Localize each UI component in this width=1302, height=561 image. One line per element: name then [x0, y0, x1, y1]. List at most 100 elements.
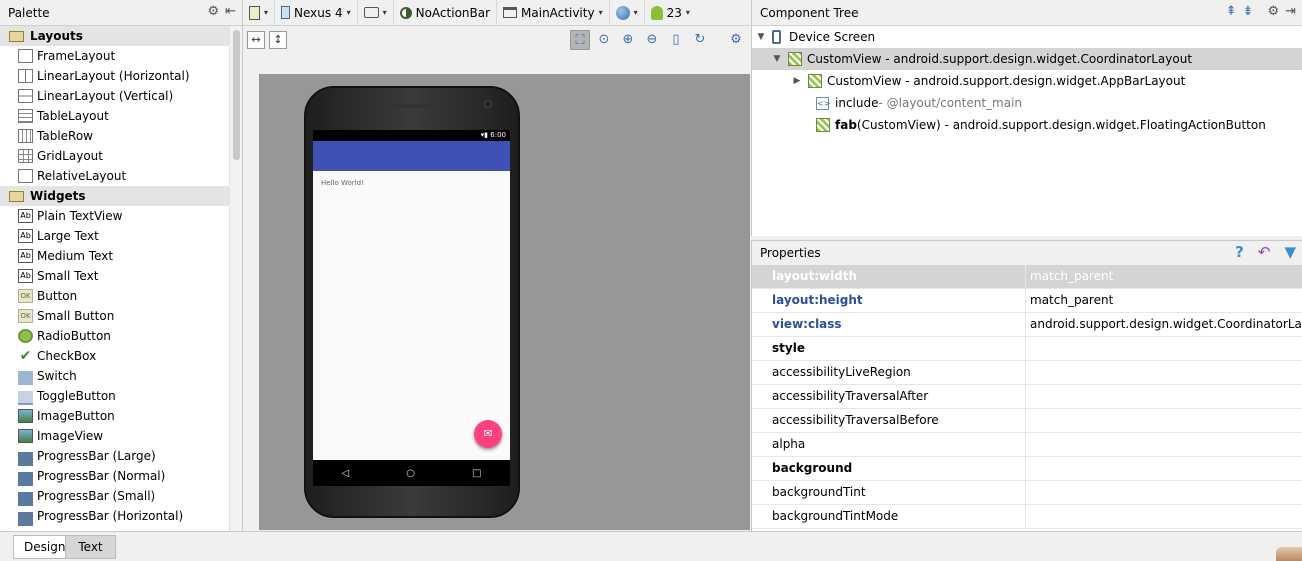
collapse-all-icon[interactable]: ⇟: [1243, 4, 1254, 19]
palette-item[interactable]: RelativeLayout: [0, 166, 230, 186]
hide-panel-icon[interactable]: ⇤: [225, 4, 236, 19]
expand-arrow-icon[interactable]: ▶: [792, 76, 802, 86]
device-screen[interactable]: ▾▮ 6:00 Hello World! ✉: [313, 130, 510, 460]
settings-icon[interactable]: ⚙: [726, 30, 746, 50]
palette-item[interactable]: ImageButton: [0, 406, 230, 426]
tree-node-coordinator[interactable]: ▼ CustomView - android.support.design.wi…: [752, 48, 1302, 70]
property-row[interactable]: accessibilityTraversalBefore: [752, 409, 1302, 433]
image-view-icon: [18, 429, 33, 443]
property-value[interactable]: android.support.design.widget.Coordinato…: [1026, 313, 1302, 336]
config-button[interactable]: ▾: [243, 0, 276, 26]
device-dropdown[interactable]: Nexus 4 ▾: [275, 0, 358, 26]
palette-item[interactable]: ProgressBar (Normal): [0, 466, 230, 486]
palette-item[interactable]: ToggleButton: [0, 386, 230, 406]
collapse-arrow-icon[interactable]: ▼: [772, 54, 782, 64]
palette-item[interactable]: Switch: [0, 366, 230, 386]
custom-view-icon: [788, 52, 802, 66]
hello-text[interactable]: Hello World!: [313, 171, 510, 187]
property-row[interactable]: background: [752, 457, 1302, 481]
zoom-in-icon[interactable]: ⊕: [618, 30, 638, 50]
activity-dropdown[interactable]: MainActivity ▾: [497, 0, 610, 26]
property-value[interactable]: [1026, 457, 1302, 480]
gear-icon[interactable]: ⚙: [1267, 4, 1279, 19]
palette-item[interactable]: ProgressBar (Small): [0, 486, 230, 506]
property-value[interactable]: [1026, 385, 1302, 408]
hide-panel-icon[interactable]: ⇥: [1285, 4, 1296, 19]
fab-mail-icon[interactable]: ✉: [474, 420, 502, 448]
property-row[interactable]: style: [752, 337, 1302, 361]
zoom-to-fit-icon[interactable]: ⛶: [570, 30, 590, 50]
palette-item-label: ProgressBar (Normal): [37, 469, 166, 483]
collapse-arrow-icon[interactable]: ▼: [756, 32, 766, 42]
api-dropdown[interactable]: 23 ▾: [645, 0, 696, 26]
property-value[interactable]: match_parent: [1026, 265, 1302, 288]
property-row[interactable]: backgroundTint: [752, 481, 1302, 505]
property-key: accessibilityLiveRegion: [752, 361, 1026, 384]
design-canvas[interactable]: ▾▮ 6:00 Hello World! ✉ ◁ ○ □: [259, 74, 750, 530]
palette-item[interactable]: ProgressBar (Horizontal): [0, 506, 230, 526]
property-row[interactable]: view:class android.support.design.widget…: [752, 313, 1302, 337]
property-value[interactable]: [1026, 505, 1302, 528]
palette-item[interactable]: LinearLayout (Vertical): [0, 86, 230, 106]
tree-node-appbar[interactable]: ▶ CustomView - android.support.design.wi…: [752, 70, 1302, 92]
orientation-dropdown[interactable]: ▾: [358, 0, 394, 26]
property-value[interactable]: match_parent: [1026, 289, 1302, 312]
editor-tabs-bar: Design Text: [0, 531, 1302, 561]
palette-item[interactable]: OK Small Button: [0, 306, 230, 326]
palette-item[interactable]: TableLayout: [0, 106, 230, 126]
property-value[interactable]: [1026, 433, 1302, 456]
palette-item[interactable]: LinearLayout (Horizontal): [0, 66, 230, 86]
palette-item[interactable]: Ab Plain TextView: [0, 206, 230, 226]
palette-item[interactable]: ImageView: [0, 426, 230, 446]
palette-item-label: CheckBox: [37, 349, 97, 363]
refresh-icon[interactable]: ↻: [690, 30, 710, 50]
palette-item[interactable]: Ab Large Text: [0, 226, 230, 246]
help-icon[interactable]: ?: [1235, 243, 1244, 261]
screenshot-icon[interactable]: ▯: [666, 30, 686, 50]
expand-vertical-icon[interactable]: ↕: [269, 31, 287, 49]
expand-all-icon[interactable]: ⇞: [1226, 4, 1237, 19]
filter-icon[interactable]: ▼: [1284, 243, 1296, 261]
palette-category-layouts[interactable]: Layouts: [0, 26, 230, 46]
locale-dropdown[interactable]: ▾: [610, 0, 645, 26]
device-frame: ▾▮ 6:00 Hello World! ✉ ◁ ○ □: [304, 86, 520, 518]
palette-item[interactable]: Ab Small Text: [0, 266, 230, 286]
palette-item[interactable]: Ab Medium Text: [0, 246, 230, 266]
property-value[interactable]: [1026, 361, 1302, 384]
property-key: style: [752, 337, 1026, 360]
palette-item[interactable]: RadioButton: [0, 326, 230, 346]
palette-scrollbar[interactable]: [229, 26, 242, 531]
property-row[interactable]: backgroundTintMode: [752, 505, 1302, 529]
tree-node-include[interactable]: <> include - @layout/content_main: [752, 92, 1302, 114]
property-row[interactable]: alpha: [752, 433, 1302, 457]
frame-layout-icon: [18, 49, 33, 63]
zoom-actual-icon[interactable]: ⊙: [594, 30, 614, 50]
zoom-out-icon[interactable]: ⊖: [642, 30, 662, 50]
property-value[interactable]: [1026, 337, 1302, 360]
property-row[interactable]: layout:width match_parent: [752, 265, 1302, 289]
theme-button[interactable]: NoActionBar: [394, 0, 498, 26]
property-row[interactable]: layout:height match_parent: [752, 289, 1302, 313]
expand-horizontal-icon[interactable]: ↔: [247, 31, 265, 49]
palette-category-widgets[interactable]: Widgets: [0, 186, 230, 206]
tab-text[interactable]: Text: [65, 535, 116, 559]
app-bar[interactable]: [313, 141, 510, 171]
palette-item[interactable]: FrameLayout: [0, 46, 230, 66]
palette-item[interactable]: ✔ CheckBox: [0, 346, 230, 366]
tree-node-fab[interactable]: fab (CustomView) - android.support.desig…: [752, 114, 1302, 136]
gear-icon[interactable]: ⚙: [207, 4, 219, 19]
scroll-thumb[interactable]: [233, 30, 240, 160]
palette-item[interactable]: GridLayout: [0, 146, 230, 166]
palette-title: Palette: [8, 5, 50, 20]
palette-item[interactable]: OK Button: [0, 286, 230, 306]
device-label: Nexus 4: [294, 5, 343, 20]
property-row[interactable]: accessibilityLiveRegion: [752, 361, 1302, 385]
undo-icon[interactable]: ↶: [1258, 243, 1271, 261]
tree-node-device-screen[interactable]: ▼ Device Screen: [752, 26, 1302, 48]
property-row[interactable]: accessibilityTraversalAfter: [752, 385, 1302, 409]
palette-item[interactable]: TableRow: [0, 126, 230, 146]
property-value[interactable]: [1026, 481, 1302, 504]
property-value[interactable]: [1026, 409, 1302, 432]
palette-item[interactable]: ProgressBar (Large): [0, 446, 230, 466]
palette-item-label: ImageButton: [37, 409, 115, 423]
